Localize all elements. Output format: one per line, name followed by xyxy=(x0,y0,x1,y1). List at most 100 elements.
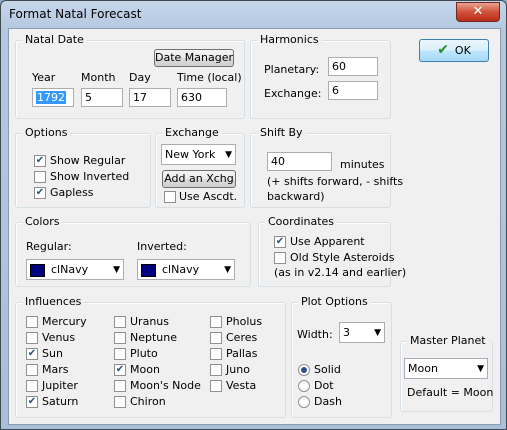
options-group: Options ✔ Show Regular Show Inverted ✔ G… xyxy=(15,126,151,208)
old-style-checkbox[interactable] xyxy=(274,252,286,264)
options-label: Options xyxy=(22,126,71,139)
inverted-color-value: clNavy xyxy=(162,263,200,276)
chevron-down-icon: ▼ xyxy=(224,265,231,275)
gapless-checkbox[interactable]: ✔ xyxy=(34,187,46,199)
ok-button[interactable]: ✔ OK xyxy=(419,39,489,62)
colors-group: Colors Regular: clNavy ▼ Inverted: clNav… xyxy=(15,215,251,287)
mars-checkbox[interactable] xyxy=(26,364,38,376)
saturn-label: Saturn xyxy=(42,395,79,408)
moons-node-checkbox[interactable] xyxy=(114,380,126,392)
regular-color-swatch xyxy=(30,263,45,277)
show-regular-label: Show Regular xyxy=(50,154,126,167)
ok-label: OK xyxy=(454,44,471,57)
shift-hint-line2: backward) xyxy=(267,190,325,203)
planetary-input[interactable]: 60 xyxy=(328,57,378,76)
master-planet-select[interactable]: Moon ▼ xyxy=(404,358,488,379)
window-title: Format Natal Forecast xyxy=(9,7,142,21)
inverted-color-label: Inverted: xyxy=(137,240,187,253)
shift-hint-line1: (+ shifts forward, - shifts xyxy=(267,175,404,188)
inverted-color-select[interactable]: clNavy ▼ xyxy=(137,259,235,280)
coordinates-group: Coordinates ✔ Use Apparent Old Style Ast… xyxy=(258,215,406,287)
dot-radio[interactable] xyxy=(298,380,310,392)
uranus-label: Uranus xyxy=(130,315,169,328)
influences-group: Influences Mercury Venus ✔ Sun Mars Jupi… xyxy=(15,295,286,418)
saturn-checkbox[interactable]: ✔ xyxy=(26,396,38,408)
uranus-checkbox[interactable] xyxy=(114,316,126,328)
chevron-down-icon: ▼ xyxy=(374,328,381,338)
moon-checkbox[interactable]: ✔ xyxy=(114,364,126,376)
width-select[interactable]: 3 ▼ xyxy=(339,322,385,343)
dialog-body: Natal Date Date Manager Year Month Day T… xyxy=(8,28,501,425)
show-inverted-label: Show Inverted xyxy=(50,170,130,183)
exchange-harmonic-input[interactable]: 6 xyxy=(328,81,378,100)
natal-date-group: Natal Date Date Manager Year Month Day T… xyxy=(15,33,245,119)
jupiter-checkbox[interactable] xyxy=(26,380,38,392)
natal-date-label: Natal Date xyxy=(22,33,87,46)
old-style-note: (as in v2.14 and earlier) xyxy=(274,266,407,279)
venus-label: Venus xyxy=(42,331,76,344)
mars-label: Mars xyxy=(42,363,69,376)
pholus-checkbox[interactable] xyxy=(210,316,222,328)
plot-options-label: Plot Options xyxy=(298,295,371,308)
master-planet-label: Master Planet xyxy=(407,334,489,347)
chiron-checkbox[interactable] xyxy=(114,396,126,408)
time-label: Time (local) xyxy=(177,71,242,84)
vesta-label: Vesta xyxy=(226,379,257,392)
use-ascdt-label: Use Ascdt. xyxy=(179,190,238,203)
ceres-checkbox[interactable] xyxy=(210,332,222,344)
shift-unit-label: minutes xyxy=(340,158,385,171)
moons-node-label: Moon's Node xyxy=(130,379,201,392)
pluto-label: Pluto xyxy=(130,347,158,360)
solid-radio[interactable] xyxy=(298,364,310,376)
vesta-checkbox[interactable] xyxy=(210,380,222,392)
chevron-down-icon: ▼ xyxy=(113,265,120,275)
width-value: 3 xyxy=(343,326,350,339)
check-icon: ✔ xyxy=(437,42,449,58)
solid-label: Solid xyxy=(314,363,341,376)
inverted-color-swatch xyxy=(141,263,156,277)
close-button[interactable]: ✕ xyxy=(456,2,500,22)
close-icon: ✕ xyxy=(472,4,484,19)
planetary-label: Planetary: xyxy=(264,63,320,76)
shift-input[interactable]: 40 xyxy=(267,152,332,171)
day-label: Day xyxy=(129,71,151,84)
year-value: 1792 xyxy=(36,91,66,104)
use-apparent-checkbox[interactable]: ✔ xyxy=(274,236,286,248)
show-regular-checkbox[interactable]: ✔ xyxy=(34,155,46,167)
master-planet-group: Master Planet Moon ▼ Default = Moon xyxy=(400,334,493,412)
show-inverted-checkbox[interactable] xyxy=(34,171,46,183)
exchange-label: Exchange: xyxy=(264,87,322,100)
sun-label: Sun xyxy=(42,347,63,360)
time-input[interactable]: 630 xyxy=(177,88,227,107)
old-style-label: Old Style Asteroids xyxy=(290,251,395,264)
use-ascdt-checkbox[interactable] xyxy=(164,191,176,203)
juno-label: Juno xyxy=(226,363,250,376)
title-bar[interactable]: Format Natal Forecast ✕ xyxy=(1,1,506,27)
plot-options-group: Plot Options Width: 3 ▼ Solid Dot Dash xyxy=(291,295,392,418)
neptune-checkbox[interactable] xyxy=(114,332,126,344)
pluto-checkbox[interactable] xyxy=(114,348,126,360)
dash-radio[interactable] xyxy=(298,396,310,408)
use-apparent-label: Use Apparent xyxy=(290,235,365,248)
date-manager-button[interactable]: Date Manager xyxy=(154,49,234,67)
width-label: Width: xyxy=(297,328,333,341)
regular-color-label: Regular: xyxy=(26,240,72,253)
jupiter-label: Jupiter xyxy=(42,379,78,392)
coordinates-label: Coordinates xyxy=(265,215,338,228)
regular-color-select[interactable]: clNavy ▼ xyxy=(26,259,124,280)
pallas-checkbox[interactable] xyxy=(210,348,222,360)
juno-checkbox[interactable] xyxy=(210,364,222,376)
year-label: Year xyxy=(32,71,56,84)
mercury-checkbox[interactable] xyxy=(26,316,38,328)
day-input[interactable]: 17 xyxy=(129,88,171,107)
month-input[interactable]: 5 xyxy=(81,88,123,107)
pholus-label: Pholus xyxy=(226,315,263,328)
exchange-select[interactable]: New York ▼ xyxy=(161,144,236,165)
venus-checkbox[interactable] xyxy=(26,332,38,344)
exchange-group: Exchange New York ▼ Add an Xchg Use Ascd… xyxy=(155,126,245,208)
moon-label: Moon xyxy=(130,363,160,376)
dot-label: Dot xyxy=(314,379,334,392)
year-input[interactable]: 1792 xyxy=(32,88,74,107)
add-exchange-button[interactable]: Add an Xchg xyxy=(162,170,236,188)
sun-checkbox[interactable]: ✔ xyxy=(26,348,38,360)
